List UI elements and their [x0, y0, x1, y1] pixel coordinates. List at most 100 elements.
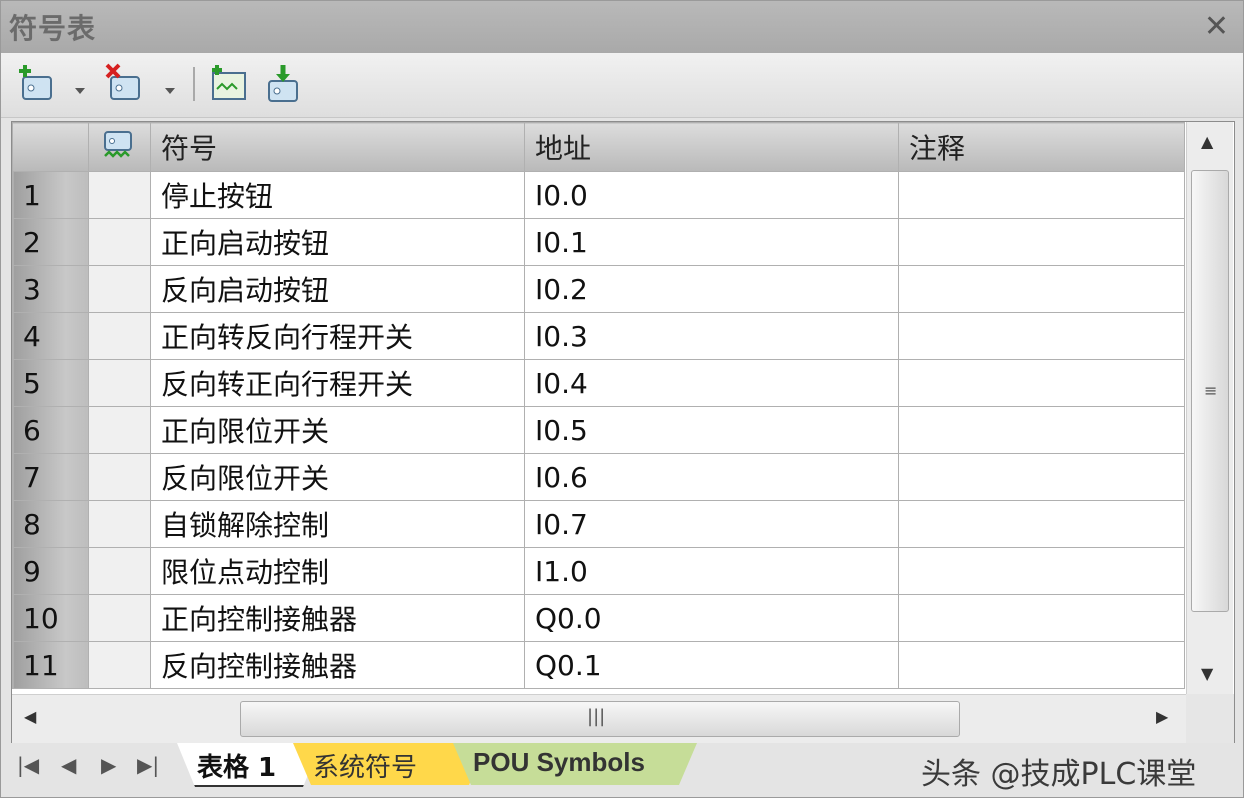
close-icon[interactable]: ✕ [1204, 9, 1229, 44]
comment-cell[interactable] [898, 594, 1185, 642]
scroll-left-icon[interactable]: ◀ [24, 707, 36, 726]
vertical-scrollbar[interactable]: ▲ ≡ ▼ [1186, 122, 1233, 694]
symbol-cell[interactable]: 正向启动按钮 [150, 218, 525, 266]
tag-icon [90, 130, 138, 171]
table-row[interactable]: 3 反向启动按钮 I0.2 [12, 265, 1185, 313]
row-number[interactable]: 11 [12, 641, 89, 689]
address-cell[interactable]: I0.2 [524, 265, 899, 313]
symbol-cell[interactable]: 自锁解除控制 [150, 500, 525, 548]
chevron-down-icon[interactable] [165, 81, 175, 94]
address-cell[interactable]: I0.6 [524, 453, 899, 501]
symbol-cell[interactable]: 正向控制接触器 [150, 594, 525, 642]
table-row[interactable]: 4 正向转反向行程开关 I0.3 [12, 312, 1185, 360]
scrollbar-corner [1186, 694, 1234, 744]
tab-pou-symbols[interactable]: POU Symbols [453, 743, 697, 785]
row-status-cell[interactable] [88, 641, 151, 689]
address-cell[interactable]: I0.7 [524, 500, 899, 548]
create-table-icon[interactable] [209, 63, 249, 103]
address-header[interactable]: 地址 [524, 122, 899, 172]
address-cell[interactable]: I0.1 [524, 218, 899, 266]
comment-cell[interactable] [898, 171, 1185, 219]
grip-icon: ≡ [1204, 381, 1218, 400]
add-symbol-icon[interactable] [19, 63, 59, 103]
address-cell[interactable]: Q0.0 [524, 594, 899, 642]
title-bar: 符号表 ✕ [1, 1, 1243, 53]
table-row[interactable]: 8 自锁解除控制 I0.7 [12, 500, 1185, 548]
scroll-down-icon[interactable]: ▼ [1201, 664, 1213, 683]
row-status-cell[interactable] [88, 453, 151, 501]
table-row[interactable]: 5 反向转正向行程开关 I0.4 [12, 359, 1185, 407]
row-number[interactable]: 4 [12, 312, 89, 360]
comment-cell[interactable] [898, 312, 1185, 360]
row-number[interactable]: 10 [12, 594, 89, 642]
comment-cell[interactable] [898, 218, 1185, 266]
row-number[interactable]: 7 [12, 453, 89, 501]
import-icon[interactable] [263, 63, 303, 103]
row-number[interactable]: 1 [12, 171, 89, 219]
address-cell[interactable]: Q0.1 [524, 641, 899, 689]
delete-symbol-icon[interactable] [105, 63, 145, 103]
address-cell[interactable]: I0.3 [524, 312, 899, 360]
symbol-cell[interactable]: 正向转反向行程开关 [150, 312, 525, 360]
table-row[interactable]: 10 正向控制接触器 Q0.0 [12, 594, 1185, 642]
row-number[interactable]: 8 [12, 500, 89, 548]
comment-cell[interactable] [898, 500, 1185, 548]
prev-tab-icon[interactable]: ◀ [61, 753, 76, 777]
row-status-cell[interactable] [88, 500, 151, 548]
table-row[interactable]: 11 反向控制接触器 Q0.1 [12, 641, 1185, 689]
comment-cell[interactable] [898, 547, 1185, 595]
address-cell[interactable]: I0.0 [524, 171, 899, 219]
row-number[interactable]: 3 [12, 265, 89, 313]
address-cell[interactable]: I1.0 [524, 547, 899, 595]
comment-cell[interactable] [898, 641, 1185, 689]
symbol-cell[interactable]: 停止按钮 [150, 171, 525, 219]
comment-header-label: 注释 [909, 132, 966, 165]
symbol-table: 符号 地址 注释 1 停止按钮 I0.0 2 正向启动按钮 I0.1 3 反向启… [12, 122, 1185, 689]
chevron-down-icon[interactable] [75, 81, 85, 94]
row-number[interactable]: 6 [12, 406, 89, 454]
row-status-cell[interactable] [88, 359, 151, 407]
row-status-cell[interactable] [88, 265, 151, 313]
row-number[interactable]: 2 [12, 218, 89, 266]
table-row[interactable]: 7 反向限位开关 I0.6 [12, 453, 1185, 501]
symbol-cell[interactable]: 限位点动控制 [150, 547, 525, 595]
table-row[interactable]: 6 正向限位开关 I0.5 [12, 406, 1185, 454]
symbol-header[interactable]: 符号 [150, 122, 525, 172]
row-status-cell[interactable] [88, 594, 151, 642]
toolbar [1, 53, 1243, 118]
tag-header[interactable] [88, 122, 151, 172]
table-row[interactable]: 2 正向启动按钮 I0.1 [12, 218, 1185, 266]
comment-cell[interactable] [898, 406, 1185, 454]
first-tab-icon[interactable]: |◀ [17, 753, 39, 777]
table-row[interactable]: 1 停止按钮 I0.0 [12, 171, 1185, 219]
comment-cell[interactable] [898, 359, 1185, 407]
scroll-right-icon[interactable]: ▶ [1156, 707, 1168, 726]
row-status-cell[interactable] [88, 547, 151, 595]
comment-cell[interactable] [898, 453, 1185, 501]
header-row: 符号 地址 注释 [12, 122, 1185, 172]
row-status-cell[interactable] [88, 171, 151, 219]
symbol-cell[interactable]: 反向转正向行程开关 [150, 359, 525, 407]
row-status-cell[interactable] [88, 406, 151, 454]
toolbar-divider [193, 67, 195, 101]
last-tab-icon[interactable]: ▶| [137, 753, 159, 777]
comment-cell[interactable] [898, 265, 1185, 313]
row-number[interactable]: 5 [12, 359, 89, 407]
address-cell[interactable]: I0.5 [524, 406, 899, 454]
horizontal-scrollbar[interactable]: ◀ ||| ▶ [12, 694, 1186, 743]
row-number[interactable]: 9 [12, 547, 89, 595]
row-status-cell[interactable] [88, 312, 151, 360]
address-cell[interactable]: I0.4 [524, 359, 899, 407]
comment-header[interactable]: 注释 [898, 122, 1185, 172]
symbol-cell[interactable]: 反向控制接触器 [150, 641, 525, 689]
scroll-up-icon[interactable]: ▲ [1201, 132, 1213, 151]
symbol-cell[interactable]: 正向限位开关 [150, 406, 525, 454]
horizontal-scroll-thumb[interactable]: ||| [240, 701, 960, 737]
table-row[interactable]: 9 限位点动控制 I1.0 [12, 547, 1185, 595]
row-status-cell[interactable] [88, 218, 151, 266]
row-number-header[interactable] [12, 122, 89, 172]
next-tab-icon[interactable]: ▶ [101, 753, 116, 777]
vertical-scroll-thumb[interactable]: ≡ [1191, 170, 1229, 612]
symbol-cell[interactable]: 反向启动按钮 [150, 265, 525, 313]
symbol-cell[interactable]: 反向限位开关 [150, 453, 525, 501]
